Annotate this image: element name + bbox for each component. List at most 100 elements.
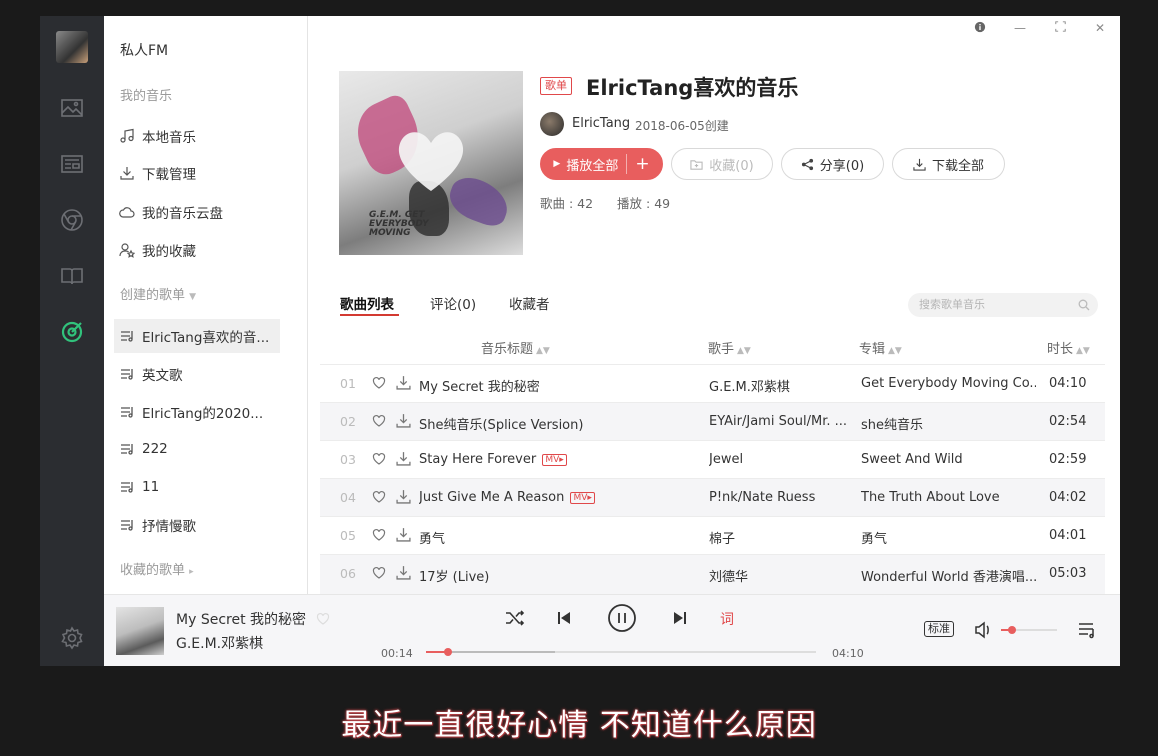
sidebar-item-cloud-disk[interactable]: 我的音乐云盘 [118, 199, 223, 225]
search-input[interactable]: 搜索歌单音乐 [908, 293, 1098, 317]
download-icon[interactable] [396, 527, 411, 542]
sort-icon: ▲▼ [1076, 346, 1090, 356]
sidebar-playlist-item[interactable]: 222 [118, 436, 168, 462]
song-album[interactable]: Sweet And Wild [861, 452, 1036, 467]
pause-icon[interactable] [607, 603, 637, 633]
sidebar-playlist-item[interactable]: ElricTang喜欢的音... [118, 323, 269, 349]
like-heart-icon[interactable] [372, 528, 386, 542]
next-track-icon[interactable] [673, 611, 687, 625]
download-all-button[interactable]: 下载全部 [892, 148, 1005, 180]
section-created-playlists-heading[interactable]: 创建的歌单 ▼ [120, 284, 196, 303]
download-icon[interactable] [396, 413, 411, 428]
download-icon[interactable] [396, 565, 411, 580]
news-icon[interactable] [60, 152, 84, 176]
song-artist[interactable]: P!nk/Nate Ruess [709, 490, 855, 505]
sidebar-playlist-item[interactable]: 11 [118, 474, 159, 500]
song-artist[interactable]: 刘德华 [709, 566, 855, 585]
book-icon[interactable] [60, 264, 84, 288]
table-row[interactable]: 04 Just Give Me A Reason MV▸ P!nk/Nate R… [320, 478, 1105, 516]
tab-song-list[interactable]: 歌曲列表 [340, 293, 394, 313]
add-to-queue-icon[interactable]: + [626, 154, 650, 174]
playlist-icon [118, 365, 136, 383]
sort-icon: ▲▼ [888, 346, 902, 356]
previous-track-icon[interactable] [557, 611, 571, 625]
table-row[interactable]: 01 My Secret 我的秘密 G.E.M.邓紫棋 Get Everybod… [320, 364, 1105, 402]
user-avatar[interactable] [56, 31, 88, 63]
song-album[interactable]: The Truth About Love [861, 490, 1036, 505]
shuffle-icon[interactable] [505, 609, 525, 627]
sidebar-playlist-item[interactable]: ElricTang的2020... [118, 399, 263, 425]
creator-name[interactable]: ElricTang [572, 116, 630, 131]
column-header-album[interactable]: 专辑 ▲▼ [859, 338, 902, 357]
playlist-queue-icon[interactable] [1078, 621, 1096, 639]
like-heart-icon[interactable] [316, 612, 330, 626]
like-heart-icon[interactable] [372, 566, 386, 580]
sidebar-item-my-collection[interactable]: 我的收藏 [118, 237, 196, 263]
user-star-icon [118, 241, 136, 259]
section-collected-playlists-heading[interactable]: 收藏的歌单 ▸ [120, 559, 194, 578]
song-album[interactable]: 勇气 [861, 528, 1036, 547]
download-icon[interactable] [396, 451, 411, 466]
elapsed-time: 00:14 [381, 647, 413, 660]
music-radar-icon[interactable] [60, 320, 84, 344]
song-album[interactable]: Get Everybody Moving Co... [861, 376, 1036, 391]
table-row[interactable]: 05 勇气 棉子 勇气 04:01 [320, 516, 1105, 554]
search-icon[interactable] [1078, 299, 1090, 311]
mv-badge[interactable]: MV▸ [570, 492, 595, 504]
volume-slider[interactable] [1001, 626, 1057, 634]
sidebar-playlist-item[interactable]: 抒情慢歌 [118, 512, 196, 538]
lyrics-button[interactable]: 词 [720, 609, 734, 629]
cover-text: G.E.M. GET EVERYBODY MOVING [369, 210, 429, 238]
sidebar-item-local-music[interactable]: 本地音乐 [118, 123, 196, 149]
sidebar-item-download-manager[interactable]: 下载管理 [118, 160, 196, 186]
app-window: 私人FM 我的音乐 本地音乐 下载管理 我的音乐云盘 我的收藏 创建的歌单 ▼ … [40, 16, 1120, 666]
share-button[interactable]: 分享(0) [781, 148, 884, 180]
song-artist[interactable]: Jewel [709, 452, 855, 467]
volume-handle[interactable] [1008, 626, 1017, 634]
song-title: My Secret 我的秘密 [419, 380, 540, 395]
info-icon[interactable] [973, 21, 987, 35]
settings-gear-icon[interactable] [60, 626, 84, 650]
collect-button[interactable]: 收藏(0) [671, 148, 773, 180]
play-all-button[interactable]: ▶ 播放全部 + [540, 148, 663, 180]
download-icon[interactable] [396, 489, 411, 504]
like-heart-icon[interactable] [372, 376, 386, 390]
song-album[interactable]: Wonderful World 香港演唱... [861, 566, 1036, 585]
quality-button[interactable]: 标准 [924, 621, 954, 637]
maximize-icon[interactable] [1053, 21, 1067, 35]
column-header-title[interactable]: 音乐标题 ▲▼ [481, 338, 550, 357]
now-playing-artist[interactable]: G.E.M.邓紫棋 [176, 633, 263, 653]
like-heart-icon[interactable] [372, 490, 386, 504]
browser-icon[interactable] [60, 208, 84, 232]
song-album[interactable]: she纯音乐 [861, 414, 1036, 433]
playlist-icon [118, 478, 136, 496]
tab-subscribers[interactable]: 收藏者 [509, 293, 550, 313]
now-playing-cover[interactable] [116, 607, 164, 655]
song-duration: 05:03 [1049, 566, 1087, 581]
picture-icon[interactable] [60, 96, 84, 120]
now-playing-title: My Secret 我的秘密 [176, 612, 307, 628]
song-artist[interactable]: 棉子 [709, 528, 855, 547]
tab-comments[interactable]: 评论(0) [430, 293, 476, 313]
volume-icon[interactable] [974, 621, 992, 639]
table-row[interactable]: 06 17岁 (Live) 刘德华 Wonderful World 香港演唱..… [320, 554, 1105, 594]
column-header-artist[interactable]: 歌手 ▲▼ [708, 338, 751, 357]
song-artist[interactable]: G.E.M.邓紫棋 [709, 376, 855, 395]
like-heart-icon[interactable] [372, 452, 386, 466]
song-artist[interactable]: EYAir/Jami Soul/Mr. ... [709, 414, 855, 429]
song-count: 歌曲 : 42 [540, 196, 594, 211]
mv-badge[interactable]: MV▸ [542, 454, 567, 466]
table-row[interactable]: 02 She纯音乐(Splice Version) EYAir/Jami Sou… [320, 402, 1105, 440]
table-row[interactable]: 03 Stay Here Forever MV▸ Jewel Sweet And… [320, 440, 1105, 478]
song-title: 勇气 [419, 532, 446, 547]
progress-handle[interactable] [443, 648, 452, 656]
minimize-icon[interactable]: — [1013, 21, 1027, 35]
sidebar-playlist-item[interactable]: 英文歌 [118, 361, 183, 387]
sidebar-item-personal-fm[interactable]: 私人FM [120, 37, 168, 63]
progress-bar[interactable] [426, 648, 816, 656]
creator-avatar[interactable] [540, 112, 564, 136]
download-icon[interactable] [396, 375, 411, 390]
close-icon[interactable]: ✕ [1093, 21, 1107, 35]
column-header-duration[interactable]: 时长 ▲▼ [1047, 338, 1090, 357]
like-heart-icon[interactable] [372, 414, 386, 428]
